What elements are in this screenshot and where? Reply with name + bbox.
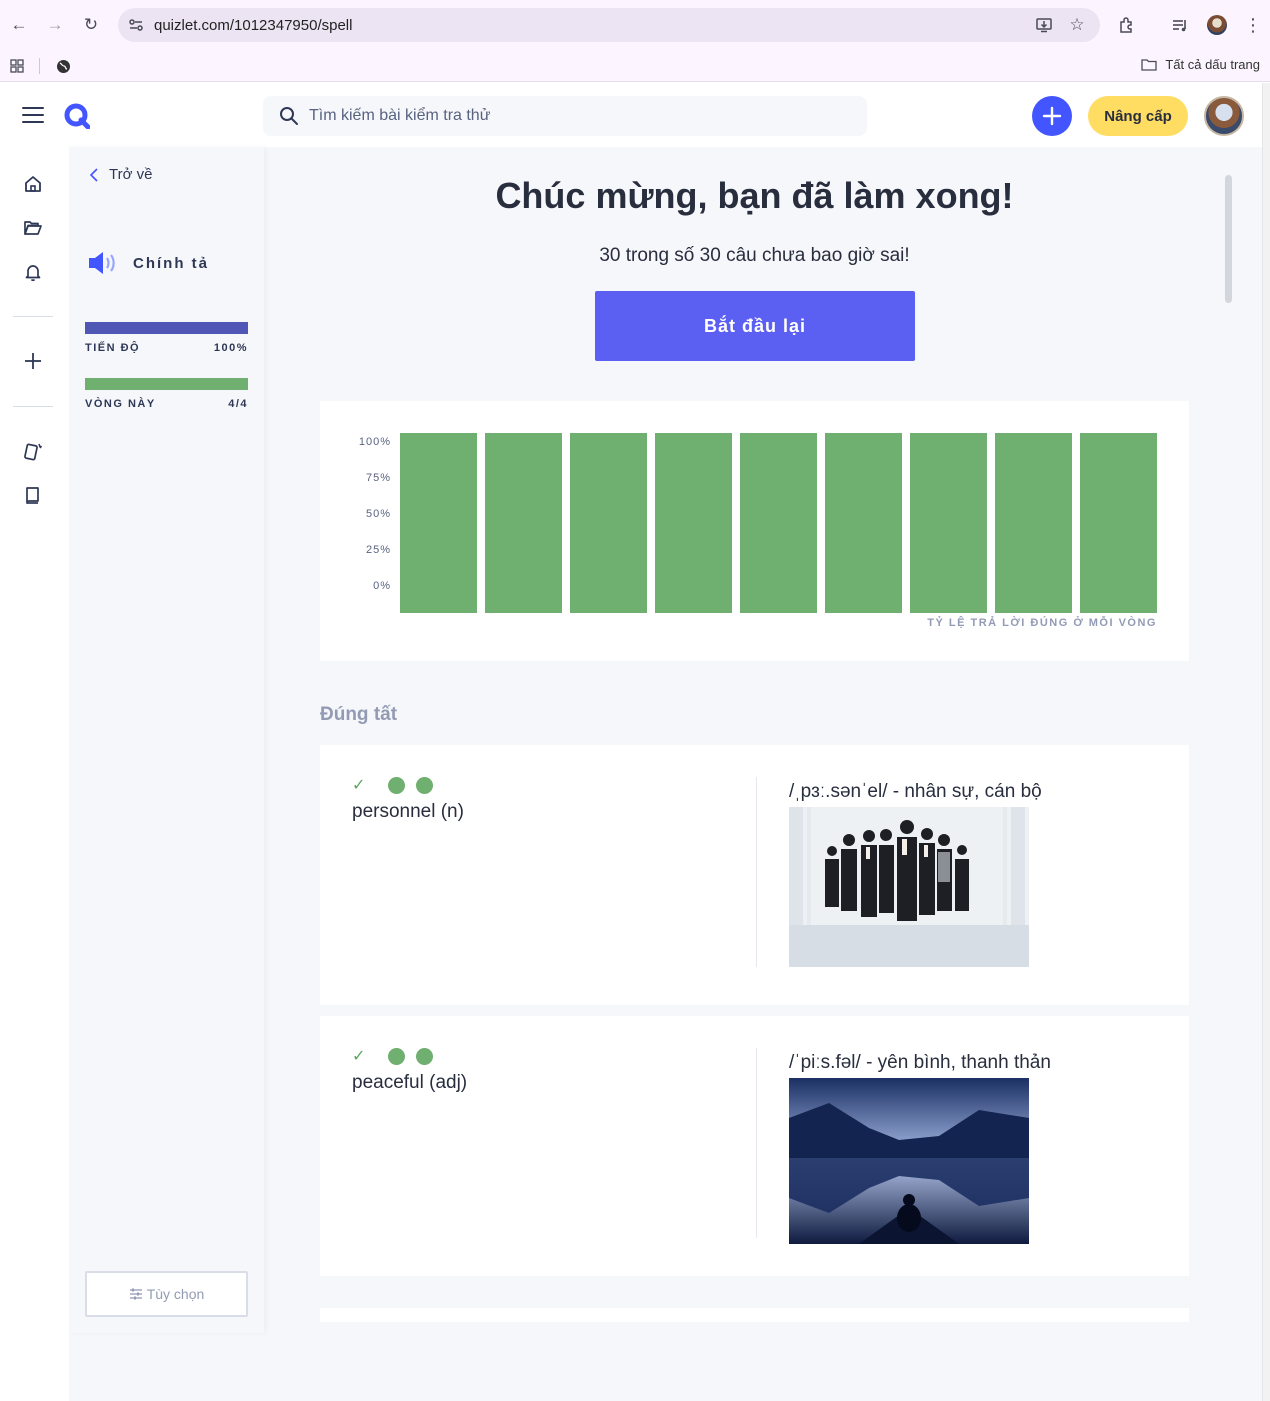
chart-bar: [740, 433, 817, 613]
bookmark-star-icon[interactable]: ☆: [1067, 15, 1087, 35]
search-icon: [280, 107, 298, 125]
chart-svg: 100% 75% 50% 25% 0% TỶ LỆ TRẢ LỜI ĐÚNG Ở MỖI …: [359, 433, 1157, 629]
term-text: peaceful (adj): [352, 1072, 468, 1093]
options-label: Tùy chọn: [146, 1286, 205, 1302]
speaker-icon: [89, 252, 115, 274]
sliders-icon: [129, 1288, 142, 1300]
user-avatar[interactable]: [1204, 96, 1244, 136]
back-link[interactable]: Trở về: [89, 166, 152, 183]
chart-bar: [400, 433, 477, 613]
card-divider: [756, 1048, 757, 1238]
globe-icon[interactable]: [49, 52, 77, 80]
all-bookmarks-label: Tất cả dấu trang: [1165, 57, 1260, 72]
plus-icon: [1042, 106, 1062, 126]
chart-bar: [485, 433, 562, 613]
check-icon: ✓: [352, 777, 366, 794]
results-main: Chúc mừng, bạn đã làm xong! 30 trong số …: [264, 147, 1262, 1401]
nav-divider: [13, 316, 53, 317]
round-value: 4/4: [228, 398, 248, 410]
bookmarks-bar: Tất cả dấu trang: [0, 50, 1270, 82]
folder-open-icon[interactable]: [20, 215, 46, 241]
y-tick-label: 25%: [366, 544, 391, 556]
flashcards-icon[interactable]: [20, 438, 46, 464]
round-progress: VÒNG NÀY 4/4: [85, 378, 248, 410]
progress-label: TIẾN ĐỘ: [85, 342, 141, 354]
profile-avatar-icon[interactable]: [1203, 11, 1231, 39]
options-button[interactable]: Tùy chọn: [85, 1271, 248, 1317]
results-summary: 30 trong số 30 câu chưa bao giờ sai!: [599, 245, 910, 266]
y-tick-label: 50%: [366, 508, 391, 520]
quizlet-logo[interactable]: [64, 103, 90, 129]
correct-dot: [388, 777, 405, 794]
chart-bar: [655, 433, 732, 613]
chart-bar: [995, 433, 1072, 613]
restart-button[interactable]: Bắt đầu lại: [595, 291, 915, 361]
bell-icon[interactable]: [20, 259, 46, 285]
menu-icon[interactable]: [22, 107, 44, 123]
add-icon[interactable]: [20, 348, 46, 374]
content-scrollbar[interactable]: [1225, 175, 1232, 303]
x-axis-label: TỶ LỆ TRẢ LỜI ĐÚNG Ở MỖI VÒNG: [927, 616, 1157, 629]
study-mode-label: Chính tả: [133, 254, 209, 272]
chart-bar: [570, 433, 647, 613]
chart-bar: [910, 433, 987, 613]
chevron-left-icon: [89, 167, 98, 182]
y-tick-label: 0%: [373, 580, 391, 592]
upgrade-button[interactable]: Nâng cấp: [1088, 96, 1188, 136]
folder-icon: [1141, 59, 1157, 71]
correct-dot: [388, 1048, 405, 1065]
media-control-icon[interactable]: [1166, 11, 1194, 39]
book-icon[interactable]: [20, 482, 46, 508]
back-arrow-icon[interactable]: ←: [5, 11, 33, 39]
forward-arrow-icon[interactable]: →: [41, 11, 69, 39]
definition-text: /ˈpiːs.fəl/ - yên bình, thanh thản: [789, 1052, 1051, 1073]
y-tick-label: 100%: [359, 436, 391, 448]
bookmarks-divider: [39, 58, 40, 74]
term-card: ✓ personnel (n) /ˌpɜː.sənˈel/ - nhân sự,…: [320, 745, 1189, 1005]
all-bookmarks-link[interactable]: Tất cả dấu trang: [1141, 57, 1260, 72]
check-icon: ✓: [352, 1048, 366, 1065]
search-placeholder: Tìm kiếm bài kiểm tra thử: [309, 107, 491, 124]
round-bar: [85, 378, 248, 390]
apps-grid-icon[interactable]: [3, 52, 31, 80]
browser-toolbar: ← → ↻ quizlet.com/1012347950/spell ☆ ⋮: [0, 0, 1270, 50]
term-text: personnel (n): [352, 801, 464, 822]
study-sidebar: Trở về Chính tả TIẾN ĐỘ 100% VÒNG NÀY 4/…: [69, 147, 264, 1333]
site-settings-icon[interactable]: [126, 15, 146, 35]
y-tick-label: 75%: [366, 472, 391, 484]
extensions-icon[interactable]: [1113, 11, 1141, 39]
definition-text: /ˌpɜː.sənˈel/ - nhân sự, cán bộ: [789, 781, 1042, 802]
term-card: ✓ peaceful (adj) /ˈpiːs.fəl/ - yên bình,…: [320, 1016, 1189, 1276]
round-label: VÒNG NÀY: [85, 398, 156, 410]
left-nav: [0, 147, 69, 1401]
study-mode[interactable]: Chính tả: [87, 250, 209, 276]
back-label: Trở về: [109, 166, 153, 183]
nav-divider: [13, 406, 53, 407]
correct-dot: [416, 777, 433, 794]
section-title: Đúng tất: [320, 704, 398, 725]
app-header: Tìm kiếm bài kiểm tra thử Nâng cấp: [0, 83, 1262, 147]
chart-bar: [825, 433, 902, 613]
search-input[interactable]: Tìm kiếm bài kiểm tra thử: [263, 96, 867, 136]
business-people-image: [789, 807, 1029, 967]
round-accuracy-chart: 100% 75% 50% 25% 0% TỶ LỆ TRẢ LỜI ĐÚNG Ở MỖI …: [320, 401, 1189, 661]
home-icon[interactable]: [20, 171, 46, 197]
install-app-icon[interactable]: [1034, 15, 1054, 35]
address-bar[interactable]: quizlet.com/1012347950/spell ☆: [118, 8, 1100, 42]
term-card-partial: [320, 1308, 1189, 1322]
overall-progress: TIẾN ĐỘ 100%: [85, 322, 248, 354]
correct-dot: [416, 1048, 433, 1065]
url-text: quizlet.com/1012347950/spell: [154, 17, 353, 34]
more-menu-icon[interactable]: ⋮: [1239, 11, 1267, 39]
card-divider: [756, 777, 757, 967]
quizlet-app: Tìm kiếm bài kiểm tra thử Nâng cấp Trở v…: [0, 83, 1270, 1401]
create-button[interactable]: [1032, 96, 1072, 136]
page-scrollbar[interactable]: [1262, 83, 1270, 1401]
progress-bar: [85, 322, 248, 334]
progress-value: 100%: [213, 342, 248, 354]
reload-icon[interactable]: ↻: [77, 11, 105, 39]
lake-image: [789, 1078, 1029, 1244]
chart-bar: [1080, 433, 1157, 613]
page-title: Chúc mừng, bạn đã làm xong!: [495, 175, 1014, 216]
